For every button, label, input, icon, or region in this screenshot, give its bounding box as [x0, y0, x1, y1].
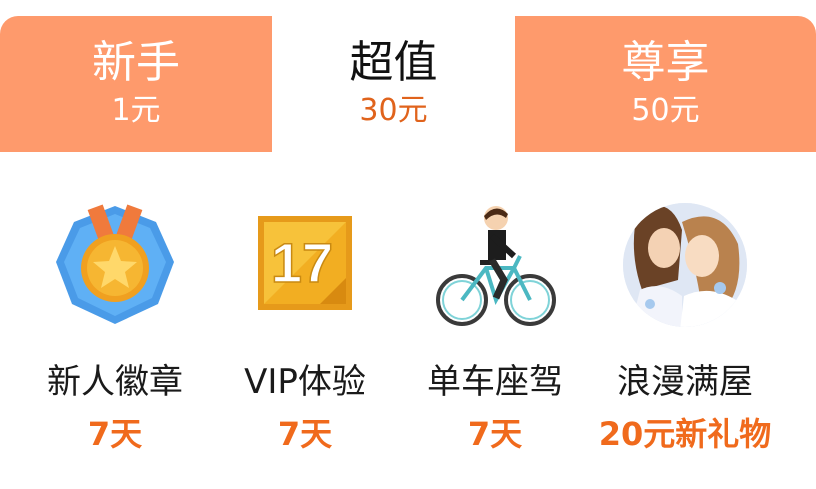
perk-item-badge: 新人徽章 7天: [20, 200, 210, 454]
tab-value[interactable]: 超值 30元: [272, 16, 515, 152]
perk-value: 7天: [87, 415, 143, 453]
perk-item-vip: 17 VIP体验 7天: [210, 200, 400, 454]
romantic-couple-icon: [623, 203, 747, 327]
tab-newbie-name: 新手: [92, 37, 180, 88]
tab-premium-price: 50元: [631, 93, 700, 128]
perk-item-romance: 浪漫满屋 20元新礼物: [590, 200, 780, 454]
perk-value: 7天: [277, 415, 333, 453]
tab-value-price: 30元: [359, 93, 428, 128]
tab-premium[interactable]: 尊享 50元: [515, 16, 816, 152]
medal-badge-icon: [56, 204, 174, 324]
perk-title: VIP体验: [244, 362, 366, 402]
vip-tag-icon: 17: [258, 216, 352, 310]
perk-title: 浪漫满屋: [617, 362, 753, 402]
perk-value: 20元新礼物: [598, 415, 772, 453]
perk-list: 新人徽章 7天 17 VIP体验 7天 单车座驾 7天 浪漫满屋 20元新礼物: [0, 200, 816, 489]
perk-title: 单车座驾: [427, 362, 563, 402]
tab-value-name: 超值: [349, 37, 438, 88]
tab-newbie-price: 1元: [111, 93, 161, 128]
perk-title: 新人徽章: [47, 362, 183, 402]
bicycle-rider-icon: [436, 206, 556, 326]
tab-premium-name: 尊享: [621, 37, 710, 88]
tab-newbie[interactable]: 新手 1元: [0, 16, 272, 152]
perk-item-bicycle: 单车座驾 7天: [400, 200, 590, 454]
package-tabs: 新手 1元 超值 30元 尊享 50元: [0, 0, 816, 152]
perk-value: 7天: [467, 415, 523, 453]
vip-badge-number: 17: [271, 231, 333, 294]
